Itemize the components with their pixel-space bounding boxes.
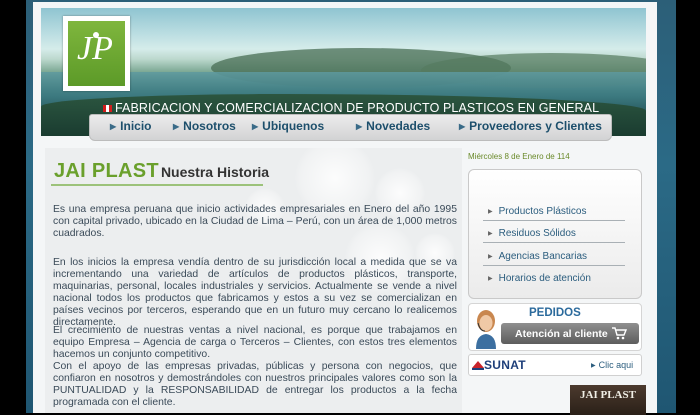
nav-inicio[interactable]: ▶ Inicio (110, 119, 152, 133)
triangle-right-icon: ▶ (252, 122, 259, 131)
triangle-right-icon: ▶ (488, 254, 493, 260)
sidebar-divider (483, 242, 625, 243)
main-nav: ▶ Inicio ▶ Nosotros ▶ Ubiquenos ▶ Novedades … (89, 114, 612, 141)
nav-proveedores-clientes[interactable]: ▶ Proveedores y Clientes (459, 119, 602, 133)
promo-text: JAI PLAST (580, 389, 636, 401)
cart-icon (612, 327, 627, 340)
main-content: JAI PLAST Nuestra Historia Es una empresa… (45, 148, 462, 413)
sidebar-item-label: Horarios de atención (498, 273, 591, 284)
sidebar-menu: ▶ Productos Plásticos ▶ Residuos Sólidos ▶… (468, 169, 642, 299)
logo-badge: JP (68, 21, 125, 86)
pedidos-title: PEDIDOS (529, 307, 581, 319)
nav-label: Proveedores y Clientes (469, 119, 602, 133)
site-logo[interactable]: JP (63, 16, 130, 91)
sunat-logo: SUNAT (484, 358, 526, 372)
sidebar-item-label: Agencias Bancarias (498, 251, 588, 262)
triangle-right-icon: ▶ (488, 209, 493, 215)
sidebar-item-productos-plasticos[interactable]: ▶ Productos Plásticos (488, 206, 586, 217)
tagline-text: FABRICACION Y COMERCIALIZACION DE PRODUC… (115, 101, 600, 115)
nav-novedades[interactable]: ▶ Novedades (356, 119, 430, 133)
sunat-link-label: Clic aqui (598, 360, 634, 370)
promo-image[interactable]: JAI PLAST (570, 385, 646, 415)
sidebar-divider (483, 265, 625, 266)
sidebar-divider (483, 220, 625, 221)
sidebar-item-residuos-solidos[interactable]: ▶ Residuos Sólidos (488, 228, 576, 239)
site-frame: JP FABRICACION Y COMERCIALIZACION DE PRO… (33, 2, 657, 415)
history-paragraph: Con el apoyo de las empresas privadas, p… (53, 361, 457, 409)
nav-ubiquenos[interactable]: ▶ Ubiquenos (252, 119, 324, 133)
nav-label: Nosotros (183, 119, 236, 133)
logo-jp-mark: JP (77, 30, 113, 67)
sunat-banner[interactable]: SUNAT ▶ Clic aqui (468, 354, 642, 376)
nav-label: Ubiquenos (262, 119, 325, 133)
triangle-right-icon: ▶ (356, 122, 363, 131)
sunat-link[interactable]: ▶ Clic aqui (591, 360, 633, 370)
page-title: JAI PLAST Nuestra Historia (54, 160, 269, 183)
nav-label: Inicio (120, 119, 152, 133)
atencion-cliente-label: Atención al cliente (515, 328, 608, 340)
sidebar-item-agencias-bancarias[interactable]: ▶ Agencias Bancarias (488, 251, 587, 262)
history-paragraph: El crecimiento de nuestras ventas a nive… (53, 325, 457, 361)
header-tagline: FABRICACION Y COMERCIALIZACION DE PRODUC… (103, 101, 599, 115)
nav-label: Novedades (366, 119, 431, 133)
pedidos-banner[interactable]: PEDIDOS Atención al cliente (468, 303, 642, 351)
title-underline (51, 184, 263, 186)
triangle-right-icon: ▶ (488, 276, 493, 282)
customer-service-agent-icon (476, 310, 496, 349)
history-paragraph: En los inicios la empresa vendía dentro … (53, 257, 457, 329)
brand-title: JAI PLAST (54, 160, 159, 182)
peru-flag-icon (103, 105, 112, 112)
sunat-logo-icon (472, 361, 484, 370)
triangle-right-icon: ▶ (110, 122, 117, 131)
history-paragraph: Es una empresa peruana que inicio activi… (53, 204, 457, 240)
current-date: Miércoles 8 de Enero de 114 (468, 152, 570, 161)
triangle-right-icon: ▶ (488, 231, 493, 237)
triangle-right-icon: ▶ (173, 122, 180, 131)
triangle-right-icon: ▶ (591, 363, 596, 369)
sidebar-item-label: Productos Plásticos (498, 206, 587, 217)
section-subtitle: Nuestra Historia (160, 164, 270, 180)
triangle-right-icon: ▶ (459, 122, 466, 131)
sidebar-item-label: Residuos Sólidos (498, 228, 576, 239)
sidebar-item-horarios-atencion[interactable]: ▶ Horarios de atención (488, 273, 591, 284)
nav-nosotros[interactable]: ▶ Nosotros (173, 119, 236, 133)
